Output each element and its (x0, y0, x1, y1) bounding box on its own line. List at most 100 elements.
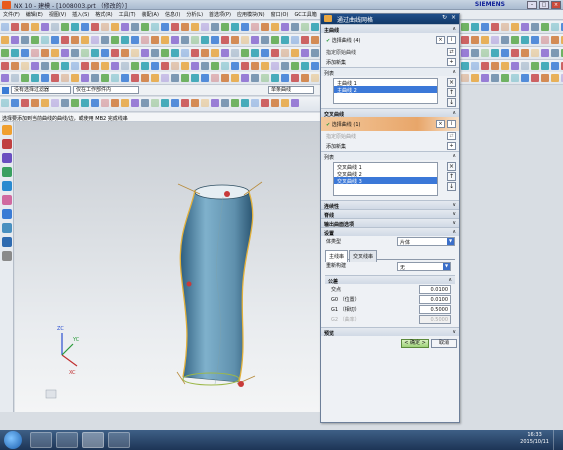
toolbar-tool-icon[interactable] (241, 23, 249, 31)
list-item-selected[interactable]: 交叉曲线 3 (334, 177, 437, 185)
toolbar-tool-icon[interactable] (131, 74, 139, 82)
toolbar-tool-icon[interactable] (111, 23, 119, 31)
toolbar-tool-icon[interactable] (311, 62, 319, 70)
primary-origin-row[interactable]: 指定原始曲线 ⇄ (321, 47, 459, 57)
toolbar-tool-icon[interactable] (41, 62, 49, 70)
toolbar-tool-icon[interactable] (21, 49, 29, 57)
toolbar-tool-icon[interactable] (61, 62, 69, 70)
menu-format[interactable]: 格式(R) (92, 10, 115, 19)
toolbar-tool-icon[interactable] (51, 36, 59, 44)
toolbar-tool-icon[interactable] (291, 36, 299, 44)
toolbar-tool-icon[interactable] (171, 23, 179, 31)
chevron-down-icon[interactable]: ▼ (447, 238, 454, 245)
folder-icon[interactable] (56, 432, 78, 448)
maximize-icon[interactable]: □ (539, 1, 549, 9)
toolbar-tool-icon[interactable] (11, 23, 19, 31)
curve-rule-dropdown[interactable]: 单条曲线 (268, 86, 314, 94)
toolbar-tool-icon[interactable] (71, 49, 79, 57)
toolbar-tool-icon[interactable] (181, 23, 189, 31)
web-browser-icon[interactable] (2, 181, 12, 191)
toolbar-tool-icon[interactable] (91, 49, 99, 57)
toolbar-tool-icon[interactable] (241, 74, 249, 82)
toolbar-tool-icon[interactable] (161, 74, 169, 82)
tol-intersection-input[interactable]: 0.0100 (419, 285, 451, 294)
type-filter-dropdown[interactable]: 没有选择过滤器 (11, 86, 71, 94)
output-surface-header[interactable]: 输出曲面选项 ∨ (321, 218, 459, 228)
toolbar-tool-icon[interactable] (231, 62, 239, 70)
expand-icon[interactable]: ∨ (452, 202, 456, 208)
toolbar-tool-icon[interactable] (301, 74, 309, 82)
toolbar-tool-icon[interactable] (21, 99, 29, 107)
toolbar-tool-icon[interactable] (211, 74, 219, 82)
cross-add-set-row[interactable]: 添加新集 + (321, 141, 459, 151)
toolbar-tool-icon[interactable] (191, 36, 199, 44)
expand-icon[interactable]: ∨ (452, 211, 456, 217)
toolbar-tool-icon[interactable] (221, 99, 229, 107)
menu-analysis[interactable]: 分析(L) (183, 10, 206, 19)
toolbar-tool-icon[interactable] (171, 49, 179, 57)
toolbar-tool-icon[interactable] (41, 74, 49, 82)
toolbar-tool-icon[interactable] (251, 36, 259, 44)
toolbar-tool-icon[interactable] (11, 99, 19, 107)
toolbar-tool-icon[interactable] (271, 99, 279, 107)
toolbar-tool-icon[interactable] (151, 49, 159, 57)
toolbar-tool-icon[interactable] (1, 62, 9, 70)
toolbar-tool-icon[interactable] (51, 49, 59, 57)
toolbar-tool-icon[interactable] (141, 49, 149, 57)
menu-gc-toolkit[interactable]: GC工具箱 (291, 10, 319, 19)
list-item-selected[interactable]: 主曲线 2 (334, 86, 437, 94)
toolbar-tool-icon[interactable] (241, 36, 249, 44)
tolerance-header[interactable]: 公差 ∧ (325, 275, 455, 285)
toolbar-tool-icon[interactable] (311, 36, 319, 44)
toolbar-tool-icon[interactable] (241, 99, 249, 107)
menu-file[interactable]: 文件(F) (0, 10, 23, 19)
toolbar-tool-icon[interactable] (291, 99, 299, 107)
toolbar-tool-icon[interactable] (291, 23, 299, 31)
toolbar-tool-icon[interactable] (111, 62, 119, 70)
menu-info[interactable]: 信息(I) (162, 10, 183, 19)
toolbar-tool-icon[interactable] (261, 36, 269, 44)
collapse-icon[interactable]: ∧ (452, 153, 456, 159)
toolbar-tool-icon[interactable] (191, 23, 199, 31)
primary-curve-list[interactable]: 主曲线 1 主曲线 2 (333, 78, 438, 104)
primary-add-set-row[interactable]: 添加新集 + (321, 57, 459, 67)
history-icon[interactable] (2, 195, 12, 205)
toolbar-tool-icon[interactable] (231, 74, 239, 82)
toolbar-tool-icon[interactable] (81, 49, 89, 57)
toolbar-tool-icon[interactable] (141, 74, 149, 82)
toolbar-tool-icon[interactable] (171, 36, 179, 44)
part-navigator-icon[interactable] (2, 125, 12, 135)
toolbar-tool-icon[interactable] (121, 49, 129, 57)
toolbar-tool-icon[interactable] (31, 62, 39, 70)
move-up-icon[interactable]: ↑ (447, 172, 456, 181)
toolbar-tool-icon[interactable] (251, 49, 259, 57)
toolbar-tool-icon[interactable] (221, 36, 229, 44)
toolbar-tool-icon[interactable] (41, 99, 49, 107)
toolbar-tool-icon[interactable] (181, 99, 189, 107)
clock[interactable]: 16:33 2015/10/11 (520, 432, 549, 446)
toolbar-tool-icon[interactable] (31, 36, 39, 44)
show-desktop-button[interactable] (553, 430, 561, 450)
toolbar-tool-icon[interactable] (311, 74, 319, 82)
toolbar-tool-icon[interactable] (51, 23, 59, 31)
primary-select-row[interactable]: ✔ 选择曲线 (4) × ⌇ (321, 33, 459, 47)
toolbar-tool-icon[interactable] (71, 23, 79, 31)
spine-header[interactable]: 脊线 ∨ (321, 209, 459, 219)
toolbar-tool-icon[interactable] (161, 49, 169, 57)
toolbar-tool-icon[interactable] (151, 62, 159, 70)
toolbar-tool-icon[interactable] (31, 49, 39, 57)
toolbar-tool-icon[interactable] (271, 23, 279, 31)
cross-origin-row[interactable]: 指定原始曲线 ⇄ (321, 131, 459, 141)
toolbar-tool-icon[interactable] (311, 49, 319, 57)
collapse-icon[interactable]: ∧ (448, 277, 452, 283)
toolbar-tool-icon[interactable] (301, 36, 309, 44)
toolbar-tool-icon[interactable] (171, 74, 179, 82)
constraint-navigator-icon[interactable] (2, 153, 12, 163)
toolbar-tool-icon[interactable] (211, 23, 219, 31)
process-studio-icon[interactable] (2, 223, 12, 233)
toolbar-tool-icon[interactable] (261, 62, 269, 70)
menu-application[interactable]: 应用模块(N) (234, 10, 268, 19)
menu-preferences[interactable]: 首选项(P) (206, 10, 234, 19)
toolbar-tool-icon[interactable] (61, 23, 69, 31)
assembly-navigator-icon[interactable] (2, 139, 12, 149)
